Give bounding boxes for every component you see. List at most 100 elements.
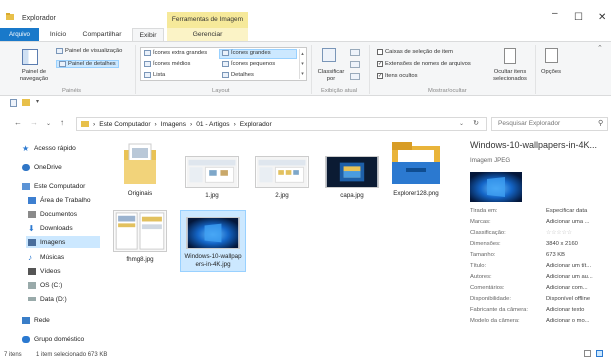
details-pane-label: Painel de detalhes <box>68 61 116 67</box>
sort-by-icon[interactable] <box>322 48 336 62</box>
close-button[interactable]: ✕ <box>598 12 606 23</box>
sidebar-item-music[interactable]: ♪ Músicas <box>28 251 64 263</box>
sidebar-item-downloads[interactable]: ⬇ Downloads <box>28 222 73 234</box>
details-pane-button[interactable]: Painel de detalhes <box>56 60 119 68</box>
file-item-image[interactable]: 1.jpg <box>180 156 244 200</box>
tab-exibir[interactable]: Exibir <box>132 28 164 41</box>
tab-arquivo[interactable]: Arquivo <box>0 28 39 41</box>
sidebar-item-this-pc[interactable]: Este Computador <box>22 180 85 192</box>
file-item-image[interactable]: 2.jpg <box>250 156 314 200</box>
item-checkboxes-toggle[interactable]: Caixas de seleção de item <box>377 49 453 55</box>
sidebar-item-os-drive[interactable]: OS (C:) <box>28 279 62 291</box>
property-authors[interactable]: Autores: Adicionar um au... <box>470 274 611 284</box>
property-camera-maker[interactable]: Fabricante da câmera: Adicionar texto <box>470 307 611 317</box>
add-columns-icon[interactable] <box>350 61 360 68</box>
address-bar[interactable]: › Este Computador › Imagens › 01 - Artig… <box>76 117 487 131</box>
breadcrumb-item[interactable]: Este Computador <box>99 121 150 128</box>
property-rating[interactable]: Classificação: ☆☆☆☆☆ <box>470 230 611 240</box>
back-icon[interactable]: ← <box>14 118 22 127</box>
extensions-label: Extensões de nomes de arquivos <box>385 61 471 67</box>
tab-gerenciar[interactable]: Gerenciar <box>167 28 248 41</box>
hide-selected-icon[interactable] <box>504 48 516 64</box>
file-item-image[interactable]: capa.jpg <box>320 156 384 200</box>
folder-icon[interactable] <box>6 12 14 20</box>
group-by-icon[interactable] <box>350 49 360 56</box>
search-icon[interactable]: ⚲ <box>598 119 603 127</box>
show-hide-group-label: Mostrar/ocultar <box>428 88 467 94</box>
file-item-image-selected[interactable]: Windows-10-wallpapers-in-4K.jpg <box>180 210 246 272</box>
property-comments[interactable]: Comentários: Adicionar com... <box>470 285 611 295</box>
sort-by-button[interactable]: Classificar por <box>316 69 346 83</box>
breadcrumb-item[interactable]: Imagens <box>161 121 186 128</box>
property-value: Adicionar texto <box>546 307 585 313</box>
sidebar-item-desktop[interactable]: Área de Trabalho <box>28 194 91 206</box>
maximize-button[interactable]: ☐ <box>574 12 583 23</box>
image-thumbnail <box>185 156 239 188</box>
file-item-image[interactable]: fhmg8.jpg <box>108 210 172 264</box>
layout-medium-icons[interactable]: Ícones médios <box>144 61 190 67</box>
property-tags[interactable]: Marcas: Adicionar uma ... <box>470 219 611 229</box>
up-icon[interactable]: ↑ <box>60 118 64 127</box>
breadcrumb-item[interactable]: Explorador <box>240 121 272 128</box>
options-button[interactable]: Opções <box>541 69 561 75</box>
details-view-icon[interactable] <box>584 350 591 357</box>
navigation-bar: ← → ⌄ ↑ › Este Computador › Imagens › 01… <box>0 114 611 134</box>
folder-icon <box>124 143 156 184</box>
large-icons-view-icon[interactable] <box>596 350 603 357</box>
property-camera-model[interactable]: Modelo da câmera: Adicionar o mo... <box>470 318 611 328</box>
file-item-folder[interactable]: Originais <box>108 140 172 198</box>
drive-icon <box>28 297 36 301</box>
hidden-items-toggle[interactable]: ✓ Itens ocultos <box>377 73 418 79</box>
preview-pane-button[interactable]: Painel de visualização <box>56 48 122 54</box>
layout-large-icons[interactable]: Ícones grandes <box>222 50 271 56</box>
sidebar-item-network[interactable]: Rede <box>22 314 50 326</box>
layout-details[interactable]: Detalhes <box>222 72 254 78</box>
layout-small-icons[interactable]: Ícones pequenos <box>222 61 275 67</box>
desktop-icon <box>28 196 36 204</box>
minimize-button[interactable]: – <box>552 8 558 19</box>
refresh-icon[interactable]: ↻ <box>473 119 479 127</box>
layout-list[interactable]: Lista <box>144 72 165 78</box>
search-input[interactable]: Pesquisar Explorador <box>491 117 608 131</box>
breadcrumb-separator: › <box>233 120 236 128</box>
small-icons-icon <box>222 61 229 67</box>
sidebar-item-videos[interactable]: Vídeos <box>28 265 61 277</box>
sidebar-item-onedrive[interactable]: OneDrive <box>22 161 62 173</box>
options-icon[interactable] <box>545 48 558 63</box>
explorer-icon <box>392 142 440 184</box>
tab-compartilhar[interactable]: Compartilhar <box>76 28 128 41</box>
file-item-image[interactable]: Explorer128.png <box>384 140 448 198</box>
forward-icon[interactable]: → <box>30 118 38 127</box>
download-icon: ⬇ <box>28 223 35 233</box>
checkbox-checked[interactable]: ✓ <box>377 61 383 67</box>
collapse-ribbon-icon[interactable]: ⌃ <box>597 44 603 52</box>
checkbox-checked[interactable]: ✓ <box>377 73 383 79</box>
sidebar-item-data-drive[interactable]: Data (D:) <box>28 293 67 305</box>
layout-extra-large-icons[interactable]: Ícones extra grandes <box>144 50 207 56</box>
address-dropdown-icon[interactable]: ⌄ <box>459 120 464 127</box>
navigation-pane-button[interactable]: Painel de navegação <box>14 69 54 83</box>
checkbox-unchecked[interactable] <box>377 49 383 55</box>
customize-toolbar-icon[interactable]: ▾ <box>36 98 39 105</box>
recent-locations-icon[interactable]: ⌄ <box>46 120 51 127</box>
large-icons-icon <box>222 50 229 56</box>
sidebar-item-homegroup[interactable]: Grupo doméstico <box>22 333 84 345</box>
properties-icon[interactable] <box>10 99 17 107</box>
sidebar-item-quick-access[interactable]: ★ Acesso rápido <box>22 142 76 154</box>
property-date-taken[interactable]: Tirada em: Especificar data <box>470 208 611 218</box>
extensions-toggle[interactable]: ✓ Extensões de nomes de arquivos <box>377 61 471 67</box>
item-checkboxes-label: Caixas de seleção de item <box>385 49 453 55</box>
property-title[interactable]: Título: Adicionar um tít... <box>470 263 611 273</box>
sidebar-item-pictures[interactable]: Imagens <box>26 236 100 248</box>
status-bar: 7 itens 1 item selecionado 673 KB <box>0 350 611 361</box>
layout-scroll[interactable]: ▴ ▾ ▾ <box>299 49 305 79</box>
rating-stars-icon[interactable]: ☆☆☆☆☆ <box>546 230 572 236</box>
breadcrumb-item[interactable]: 01 - Artigos <box>196 121 229 128</box>
tab-inicio[interactable]: Início <box>44 28 72 41</box>
drive-icon <box>28 281 36 289</box>
new-folder-icon[interactable] <box>22 99 30 106</box>
hide-selected-button[interactable]: Ocultar itens selecionados <box>489 69 531 83</box>
navigation-pane-icon[interactable] <box>22 49 38 65</box>
sidebar-item-documents[interactable]: Documentos <box>28 208 77 220</box>
size-columns-icon[interactable] <box>350 73 360 80</box>
